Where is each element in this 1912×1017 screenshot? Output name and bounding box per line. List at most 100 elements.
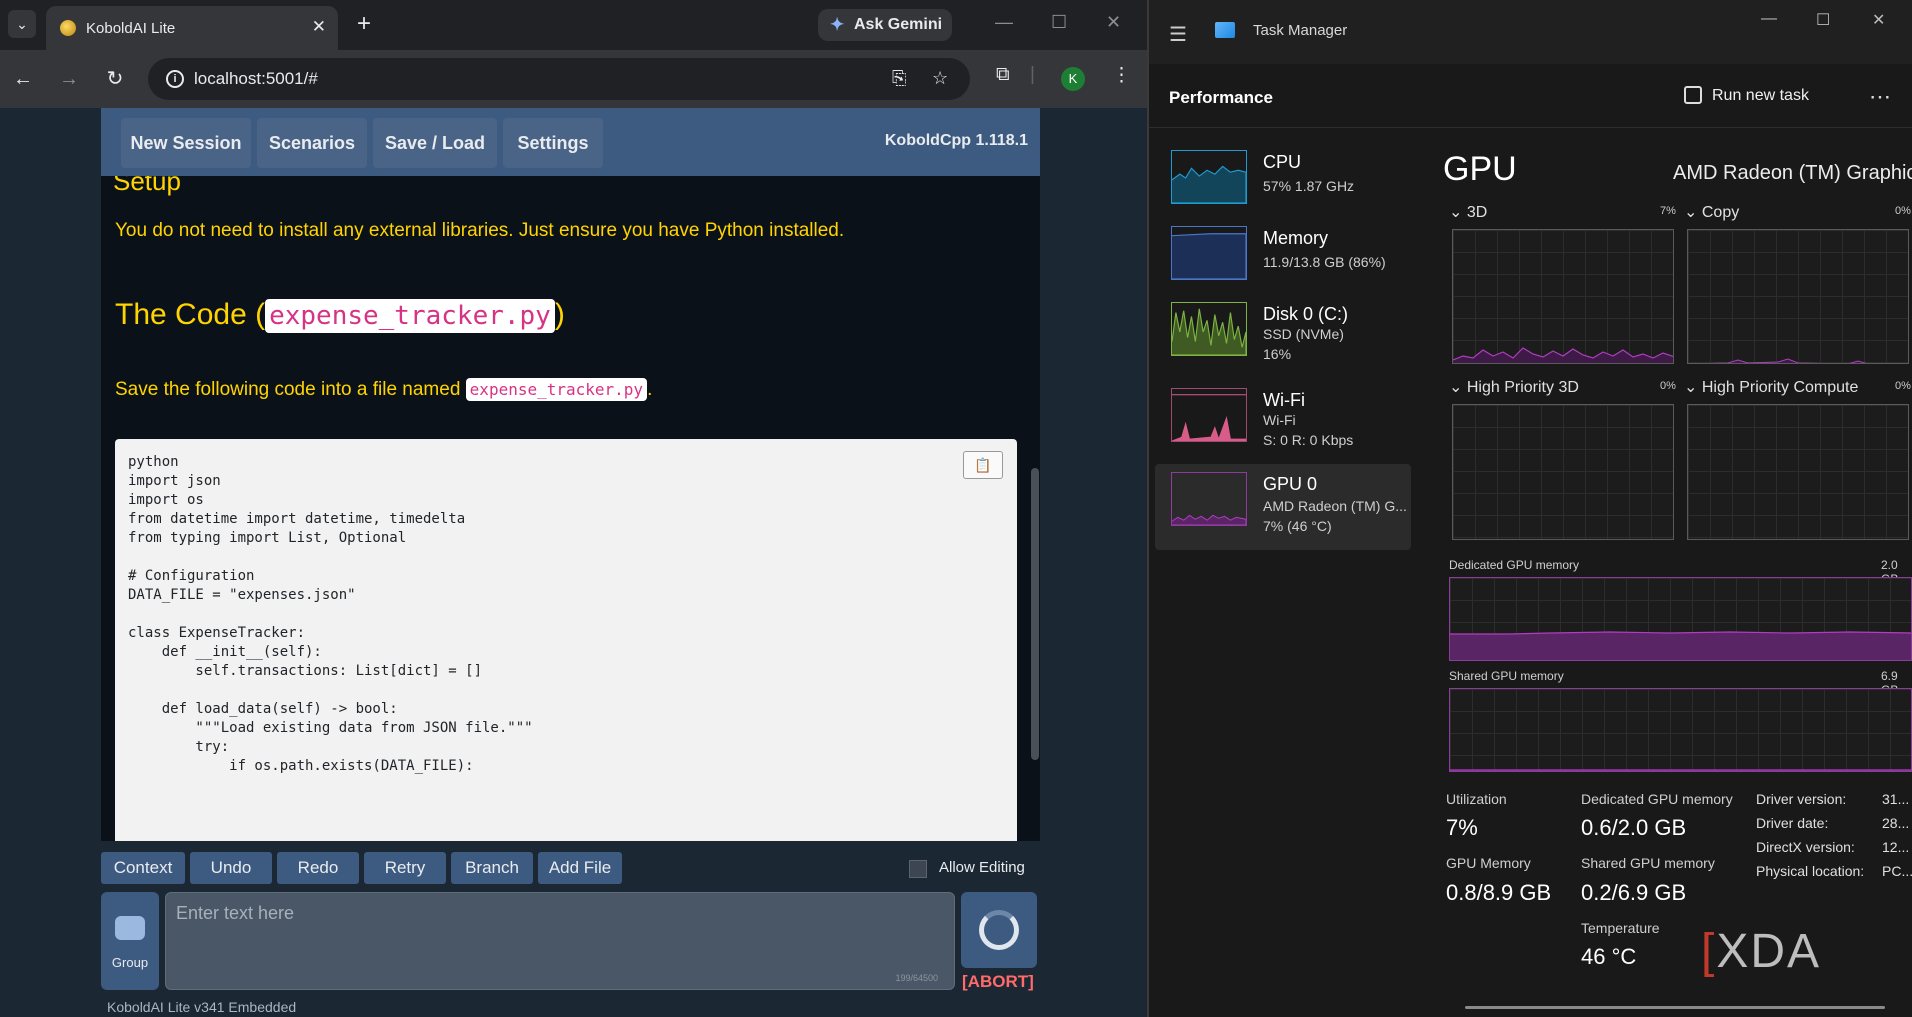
group-chat-button[interactable]: Group xyxy=(101,892,159,990)
add-file-button[interactable]: Add File xyxy=(538,852,622,884)
engine-hpcompute-label[interactable]: ⌄ High Priority Compute xyxy=(1684,377,1858,397)
engine-hpcompute-name: High Priority Compute xyxy=(1701,379,1859,396)
sidebar-item-memory[interactable]: Memory 11.9/13.8 GB (86%) xyxy=(1155,218,1411,304)
disk-type: SSD (NVMe) xyxy=(1263,326,1344,342)
wifi-sparkline xyxy=(1171,388,1247,442)
context-button[interactable]: Context xyxy=(101,852,185,884)
address-bar[interactable]: i localhost:5001/# ⎘ ☆ xyxy=(148,58,970,100)
prompt-input[interactable]: Enter text here 199/64500 xyxy=(165,892,955,990)
sidebar-item-disk[interactable]: Disk 0 (C:) SSD (NVMe) 16% xyxy=(1155,294,1411,380)
graph-3d-line xyxy=(1453,347,1673,363)
memory-label: Memory xyxy=(1263,228,1329,248)
close-tab-icon[interactable]: ✕ xyxy=(312,17,326,37)
abort-button[interactable]: [ABORT] xyxy=(962,972,1034,992)
chevron-down-icon: ⌄ xyxy=(1449,204,1467,221)
code-heading-filename: expense_tracker.py xyxy=(265,299,555,333)
site-info-icon[interactable]: i xyxy=(166,70,184,88)
allow-editing-label[interactable]: Allow Editing xyxy=(939,859,1025,876)
engine-hpcompute-pct: 0% xyxy=(1895,380,1911,392)
gpu-label: GPU 0 xyxy=(1263,474,1318,494)
tab-strip: ⌄ KoboldAI Lite ✕ + ✦ Ask Gemini — ☐ ✕ xyxy=(0,0,1147,50)
sidebar-item-wifi[interactable]: Wi-Fi Wi-Fi S: 0 R: 0 Kbps xyxy=(1155,380,1411,466)
close-window-icon[interactable]: ✕ xyxy=(1106,12,1121,33)
profile-avatar[interactable]: K xyxy=(1061,67,1085,91)
tm-header: Performance Run new task ⋯ xyxy=(1149,64,1912,128)
hamburger-menu-icon[interactable]: ☰ xyxy=(1169,22,1187,47)
install-app-icon[interactable]: ⎘ xyxy=(892,68,906,89)
run-task-icon[interactable] xyxy=(1684,86,1702,104)
engine-3d-label[interactable]: ⌄ 3D xyxy=(1449,202,1487,222)
copy-code-button[interactable]: 📋 xyxy=(963,451,1003,479)
minimize-icon[interactable]: — xyxy=(995,12,1013,33)
disk-sparkline xyxy=(1171,302,1247,356)
back-arrow-icon[interactable]: ← xyxy=(8,64,38,94)
reload-icon[interactable]: ↻ xyxy=(100,64,130,94)
engine-copy-pct: 0% xyxy=(1895,205,1911,217)
memory-usage: 11.9/13.8 GB (86%) xyxy=(1263,254,1386,270)
browser-menu-icon[interactable]: ⋮ xyxy=(1112,64,1131,87)
redo-button[interactable]: Redo xyxy=(277,852,359,884)
kobold-top-nav: New Session Scenarios Save / Load Settin… xyxy=(101,108,1040,176)
engine-3d-pct: 7% xyxy=(1660,205,1676,217)
story-scrollbar[interactable] xyxy=(1031,468,1039,760)
cut-off-heading: Setup xyxy=(113,176,181,196)
tab-search-button[interactable]: ⌄ xyxy=(8,10,36,38)
maximize-icon[interactable]: ☐ xyxy=(1051,12,1067,33)
tab-koboldai[interactable]: KoboldAI Lite ✕ xyxy=(46,6,338,50)
chevron-down-icon: ⌄ xyxy=(1684,204,1702,221)
clipboard-icon: 📋 xyxy=(974,457,992,473)
graph-shared-memory xyxy=(1449,688,1912,772)
dedicated-memory-graph-label: Dedicated GPU memory xyxy=(1449,558,1580,572)
kobold-favicon-icon xyxy=(60,20,76,36)
engine-copy-label[interactable]: ⌄ Copy xyxy=(1684,202,1739,222)
story-output-panel[interactable]: Setup You do not need to install any ext… xyxy=(101,176,1040,841)
tm-maximize-icon[interactable]: ☐ xyxy=(1816,10,1830,30)
undo-button[interactable]: Undo xyxy=(190,852,272,884)
sidebar-item-gpu[interactable]: GPU 0 AMD Radeon (TM) G... 7% (46 °C) xyxy=(1155,464,1411,550)
driver-version-value: 31... xyxy=(1882,791,1910,807)
settings-button[interactable]: Settings xyxy=(503,118,603,168)
driver-version-label: Driver version: xyxy=(1756,791,1847,807)
save-load-button[interactable]: Save / Load xyxy=(373,118,497,168)
more-options-icon[interactable]: ⋯ xyxy=(1869,84,1891,110)
allow-editing-checkbox[interactable] xyxy=(909,860,927,878)
graph-high-priority-compute xyxy=(1687,404,1909,540)
forward-arrow-icon[interactable]: → xyxy=(54,64,84,94)
physical-location-label: Physical location: xyxy=(1756,863,1865,879)
extensions-icon[interactable]: ⧉ xyxy=(996,64,1010,86)
gpu-usage: 7% (46 °C) xyxy=(1263,518,1332,534)
gpu-model-name: AMD Radeon (TM) Graphics xyxy=(1673,162,1912,184)
disk-usage: 16% xyxy=(1263,346,1292,362)
paragraph-2-text: Save the following code into a file name… xyxy=(115,379,466,400)
run-new-task-button[interactable]: Run new task xyxy=(1712,87,1809,105)
graph-copy-line xyxy=(1707,358,1867,363)
graph-dedicated-memory xyxy=(1449,577,1912,661)
generating-spinner-button[interactable] xyxy=(961,892,1037,968)
retry-button[interactable]: Retry xyxy=(364,852,446,884)
tm-close-icon[interactable]: ✕ xyxy=(1872,10,1885,30)
code-heading-prefix: The Code ( xyxy=(115,298,266,331)
engine-hp3d-label[interactable]: ⌄ High Priority 3D xyxy=(1449,377,1579,397)
chat-bubbles-icon xyxy=(115,916,145,940)
horizontal-scrollbar[interactable] xyxy=(1465,1006,1885,1009)
new-tab-button[interactable]: + xyxy=(350,10,378,38)
task-manager-app-icon xyxy=(1215,22,1235,38)
browser-window: ⌄ KoboldAI Lite ✕ + ✦ Ask Gemini — ☐ ✕ ←… xyxy=(0,0,1147,1017)
engine-copy-name: Copy xyxy=(1701,204,1740,221)
bookmark-star-icon[interactable]: ☆ xyxy=(932,68,948,89)
code-text: python import json import os from dateti… xyxy=(128,454,533,774)
ask-gemini-button[interactable]: ✦ Ask Gemini xyxy=(818,9,952,41)
shared-memory-value: 0.2/6.9 GB xyxy=(1581,880,1687,905)
url-text[interactable]: localhost:5001/# xyxy=(194,69,318,89)
tm-minimize-icon[interactable]: — xyxy=(1761,10,1777,28)
sidebar-item-cpu[interactable]: CPU 57% 1.87 GHz xyxy=(1155,142,1411,228)
branch-button[interactable]: Branch xyxy=(451,852,533,884)
story-paragraph-1: You do not need to install any external … xyxy=(115,220,845,241)
chevron-down-icon: ⌄ xyxy=(1449,379,1467,396)
dedicated-memory-value: 0.6/2.0 GB xyxy=(1581,815,1687,840)
shared-memory-graph-label: Shared GPU memory xyxy=(1449,669,1564,683)
tm-titlebar: ☰ Task Manager — ☐ ✕ xyxy=(1149,0,1912,64)
scenarios-button[interactable]: Scenarios xyxy=(257,118,367,168)
new-session-button[interactable]: New Session xyxy=(121,118,251,168)
xda-watermark: [XDA xyxy=(1701,924,1821,979)
